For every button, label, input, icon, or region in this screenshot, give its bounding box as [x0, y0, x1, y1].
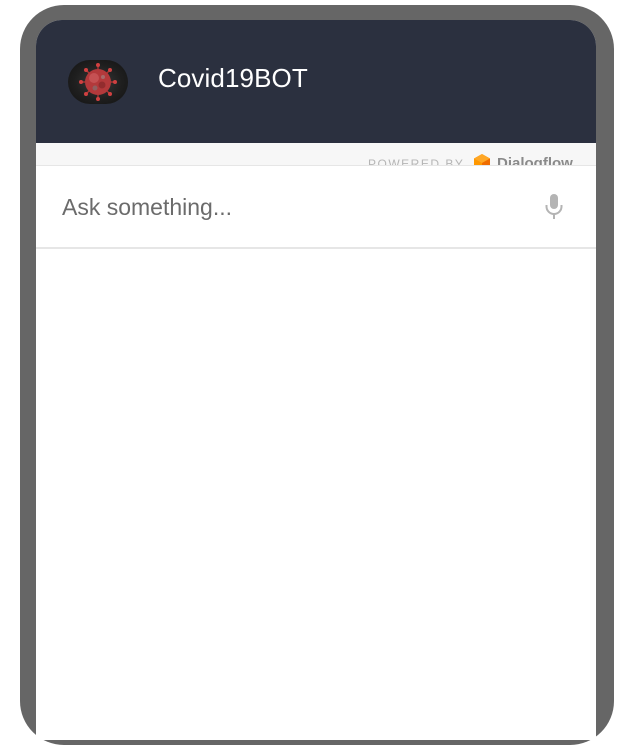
chat-header: Covid19BOT	[36, 20, 596, 143]
chat-title: Covid19BOT	[158, 63, 308, 93]
dialogflow-logo-icon	[472, 153, 492, 165]
powered-by-bar: POWERED BY Dialogflow	[36, 143, 596, 165]
powered-by-label: POWERED BY	[368, 157, 465, 165]
chat-widget: Covid19BOT POWERED BY Dialogflow	[36, 20, 596, 740]
chat-messages-area	[36, 249, 596, 740]
chat-input[interactable]	[62, 188, 502, 226]
virus-icon	[68, 60, 128, 104]
chat-input-bar	[36, 165, 596, 249]
dialogflow-label[interactable]: Dialogflow	[497, 156, 573, 166]
microphone-icon[interactable]	[542, 192, 566, 222]
